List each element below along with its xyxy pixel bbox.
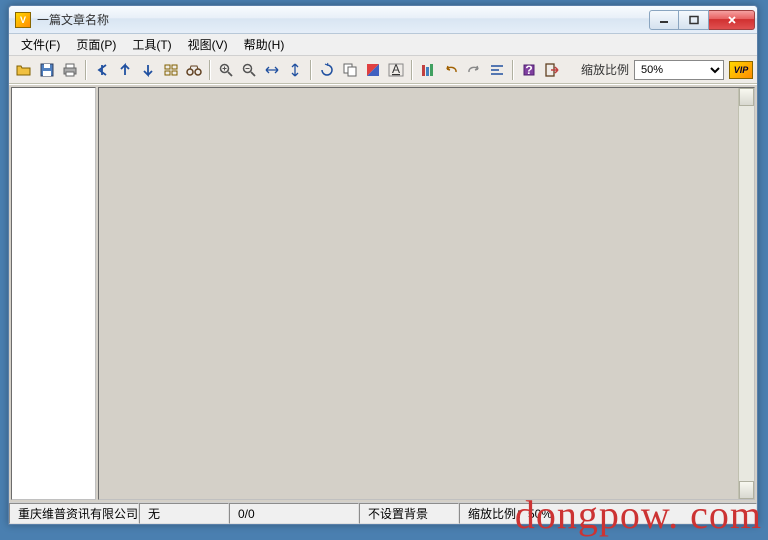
menu-bar: 文件(F) 页面(P) 工具(T) 视图(V) 帮助(H) bbox=[9, 34, 757, 56]
separator bbox=[411, 60, 413, 80]
menu-page[interactable]: 页面(P) bbox=[68, 34, 124, 55]
window-title: 一篇文章名称 bbox=[37, 11, 649, 28]
zoom-select[interactable]: 50% bbox=[634, 60, 724, 80]
status-background: 不设置背景 bbox=[359, 503, 459, 524]
app-window: 一篇文章名称 文件(F) 页面(P) 工具(T) 视图(V) 帮助(H) A bbox=[8, 5, 758, 525]
binoculars-icon[interactable] bbox=[183, 59, 205, 81]
menu-tools[interactable]: 工具(T) bbox=[124, 34, 179, 55]
side-panel[interactable] bbox=[11, 87, 96, 500]
app-icon bbox=[15, 12, 31, 28]
menu-view[interactable]: 视图(V) bbox=[180, 34, 236, 55]
bookshelf-icon[interactable] bbox=[417, 59, 439, 81]
vertical-scrollbar[interactable] bbox=[738, 88, 754, 499]
zoom-label: 缩放比例 bbox=[581, 61, 629, 78]
thumbnail-icon[interactable] bbox=[160, 59, 182, 81]
fit-height-icon[interactable] bbox=[284, 59, 306, 81]
open-icon[interactable] bbox=[13, 59, 35, 81]
separator bbox=[310, 60, 312, 80]
maximize-button[interactable] bbox=[679, 10, 709, 30]
close-button[interactable] bbox=[709, 10, 755, 30]
save-icon[interactable] bbox=[36, 59, 58, 81]
prev-page-icon[interactable] bbox=[114, 59, 136, 81]
separator bbox=[85, 60, 87, 80]
title-bar: 一篇文章名称 bbox=[9, 6, 757, 34]
menu-file[interactable]: 文件(F) bbox=[13, 34, 68, 55]
first-page-icon[interactable] bbox=[91, 59, 113, 81]
help-icon[interactable]: ? bbox=[518, 59, 540, 81]
svg-text:A: A bbox=[392, 62, 400, 76]
document-canvas[interactable] bbox=[98, 87, 755, 500]
exit-icon[interactable] bbox=[541, 59, 563, 81]
status-value: 无 bbox=[139, 503, 229, 524]
rotate-icon[interactable] bbox=[316, 59, 338, 81]
separator bbox=[512, 60, 514, 80]
window-buttons bbox=[649, 10, 755, 30]
align-icon[interactable] bbox=[486, 59, 508, 81]
undo-icon[interactable] bbox=[440, 59, 462, 81]
zoom-out-icon[interactable] bbox=[238, 59, 260, 81]
copy-icon[interactable] bbox=[339, 59, 361, 81]
separator bbox=[209, 60, 211, 80]
content-area bbox=[9, 84, 757, 502]
menu-help[interactable]: 帮助(H) bbox=[236, 34, 293, 55]
status-company: 重庆维普资讯有限公司 bbox=[9, 503, 139, 524]
next-page-icon[interactable] bbox=[137, 59, 159, 81]
contrast-icon[interactable] bbox=[362, 59, 384, 81]
redo-icon[interactable] bbox=[463, 59, 485, 81]
status-zoom: 缩放比例：50% bbox=[459, 503, 757, 524]
status-bar: 重庆维普资讯有限公司 无 0/0 不设置背景 缩放比例：50% bbox=[9, 502, 757, 524]
zoom-in-icon[interactable] bbox=[215, 59, 237, 81]
minimize-button[interactable] bbox=[649, 10, 679, 30]
vip-badge-icon[interactable]: VIP bbox=[729, 61, 753, 79]
fit-width-icon[interactable] bbox=[261, 59, 283, 81]
status-page: 0/0 bbox=[229, 503, 359, 524]
svg-text:?: ? bbox=[525, 63, 532, 77]
toolbar: A ? 缩放比例 50% VIP bbox=[9, 56, 757, 84]
print-icon[interactable] bbox=[59, 59, 81, 81]
annotation-icon[interactable]: A bbox=[385, 59, 407, 81]
